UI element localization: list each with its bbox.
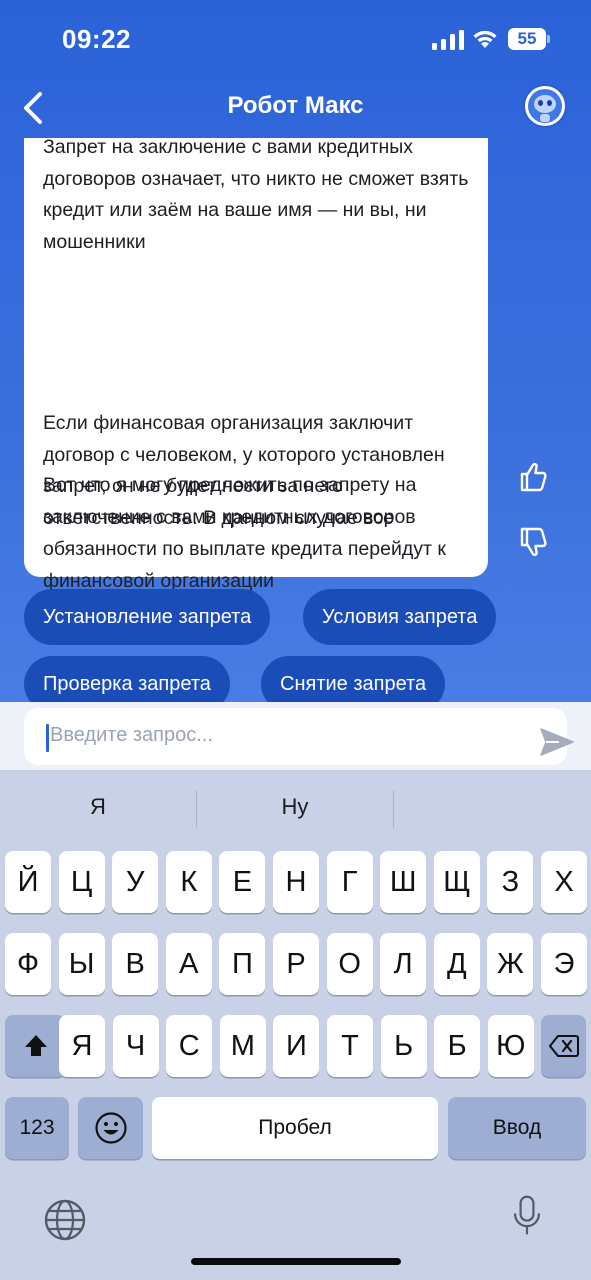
letter-key[interactable]: Е	[219, 851, 266, 913]
letter-key[interactable]: У	[112, 851, 159, 913]
letter-key[interactable]: Н	[273, 851, 319, 913]
status-time: 09:22	[62, 24, 131, 54]
letter-key[interactable]: Ь	[380, 1015, 427, 1077]
letter-key[interactable]: Р	[273, 933, 319, 995]
input-placeholder: Введите запрос...	[50, 724, 213, 746]
globe-icon[interactable]	[43, 1198, 87, 1242]
letter-key[interactable]: С	[166, 1015, 213, 1077]
letter-key[interactable]: М	[219, 1015, 266, 1077]
home-indicator	[191, 1258, 401, 1265]
letter-key[interactable]: И	[273, 1015, 320, 1077]
space-key[interactable]: Пробел	[152, 1097, 438, 1159]
cellular-signal-icon	[432, 30, 464, 50]
letter-key[interactable]: Й	[5, 851, 51, 913]
letter-key[interactable]: Д	[433, 933, 480, 995]
backspace-key[interactable]	[541, 1015, 586, 1077]
letter-key[interactable]: Ы	[58, 933, 105, 995]
letter-key[interactable]: А	[165, 933, 212, 995]
robot-icon	[528, 89, 562, 123]
on-screen-keyboard: Я Ну ЙЦУКЕНГШЩЗХ ФЫВАПРОЛДЖЭ ЯЧСМИТЬБЮ 1…	[0, 770, 591, 1280]
emoji-icon	[94, 1112, 127, 1144]
letter-key[interactable]: О	[326, 933, 373, 995]
microphone-icon[interactable]	[505, 1194, 549, 1238]
letter-key[interactable]: З	[487, 851, 534, 913]
shift-arrow-icon	[24, 1035, 47, 1056]
quick-reply-ban-conditions[interactable]: Условия запрета	[303, 589, 497, 645]
chat-area: 09:22 55 Робот Макс Запрет на заключение…	[0, 0, 591, 702]
wifi-icon	[473, 30, 497, 48]
backspace-icon	[548, 1035, 579, 1057]
letter-key[interactable]: В	[112, 933, 159, 995]
suggestion-divider	[393, 790, 394, 828]
letter-key[interactable]: Г	[326, 851, 373, 913]
suggestion-1[interactable]: Я	[0, 794, 196, 820]
quick-reply-check-ban[interactable]: Проверка запрета	[24, 656, 230, 702]
suggestion-2[interactable]: Ну	[197, 794, 393, 820]
navigation-bar: Робот Макс	[0, 80, 591, 136]
return-key[interactable]: Ввод	[448, 1097, 586, 1159]
letter-key[interactable]: П	[219, 933, 266, 995]
letter-key[interactable]: Ц	[58, 851, 105, 913]
message-input[interactable]: Введите запрос...	[24, 708, 574, 765]
numbers-key[interactable]: 123	[5, 1097, 69, 1159]
battery-indicator: 55	[508, 28, 550, 50]
message-paragraph: Вот что я могу предложить по запрету на …	[43, 474, 417, 528]
send-icon[interactable]	[539, 726, 575, 758]
shift-key[interactable]	[5, 1015, 66, 1077]
page-title: Робот Макс	[227, 92, 364, 119]
letter-key[interactable]: К	[165, 851, 212, 913]
robot-avatar[interactable]	[523, 84, 567, 128]
text-caret	[46, 724, 49, 752]
letter-key[interactable]: Ж	[487, 933, 534, 995]
letter-key[interactable]: Л	[380, 933, 427, 995]
thumbs-down-icon[interactable]	[516, 525, 550, 559]
bot-message-bubble: Запрет на заключение с вами кредитных до…	[24, 136, 488, 592]
status-bar: 09:22 55	[0, 0, 591, 80]
emoji-key[interactable]	[78, 1097, 143, 1159]
letter-key[interactable]: Т	[327, 1015, 373, 1077]
quick-reply-remove-ban[interactable]: Снятие запрета	[261, 656, 446, 702]
quick-reply-set-ban[interactable]: Установление запрета	[24, 589, 271, 645]
letter-key[interactable]: Ф	[5, 933, 51, 995]
letter-key[interactable]: Ю	[487, 1015, 534, 1077]
letter-key[interactable]: Х	[541, 851, 587, 913]
letter-key[interactable]: Э	[541, 933, 587, 995]
message-composer: Введите запрос...	[0, 702, 591, 770]
letter-key[interactable]: Щ	[433, 851, 480, 913]
letter-key[interactable]: Ч	[112, 1015, 159, 1077]
letter-key[interactable]: Ш	[380, 851, 427, 913]
letter-key[interactable]: Б	[434, 1015, 481, 1077]
letter-key[interactable]: Я	[59, 1015, 105, 1077]
battery-percent: 55	[517, 29, 537, 48]
thumbs-up-icon[interactable]	[516, 460, 550, 494]
message-paragraph: Запрет на заключение с вами кредитных до…	[43, 136, 469, 253]
